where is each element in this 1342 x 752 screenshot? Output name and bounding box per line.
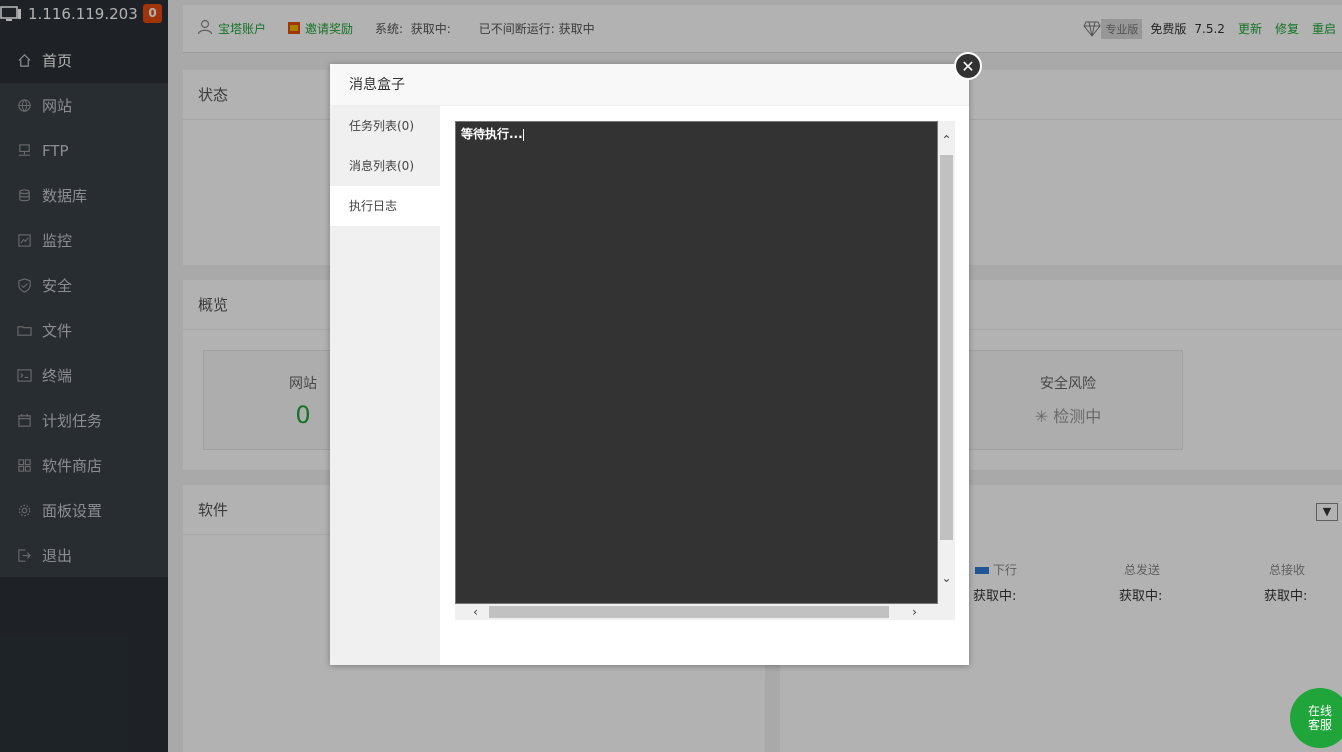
log-container: 等待执行... ⌃ ⌄ ‹ ›: [455, 121, 955, 620]
close-icon[interactable]: ✕: [954, 52, 982, 80]
message-box-dialog: 消息盒子 任务列表(0) 消息列表(0) 执行日志 等待执行... ⌃ ⌄ ‹ …: [330, 64, 969, 665]
vertical-scrollbar[interactable]: ⌃ ⌄: [938, 121, 955, 604]
dialog-tabs: 任务列表(0) 消息列表(0) 执行日志: [330, 106, 440, 665]
service-line2: 客服: [1307, 718, 1332, 732]
log-text: 等待执行...: [461, 127, 523, 141]
scroll-up-icon[interactable]: ⌃: [938, 133, 955, 150]
tab-message-list[interactable]: 消息列表(0): [330, 146, 440, 186]
vertical-scroll-thumb[interactable]: [940, 155, 953, 540]
scroll-down-icon[interactable]: ⌄: [938, 571, 955, 588]
service-line1: 在线: [1307, 704, 1332, 718]
online-service-button[interactable]: 在线 客服: [1290, 688, 1342, 748]
horizontal-scrollbar[interactable]: ‹ ›: [455, 604, 938, 620]
log-textarea[interactable]: 等待执行...: [455, 121, 938, 604]
text-cursor: [522, 128, 524, 141]
dialog-title: 消息盒子: [330, 64, 969, 106]
tab-task-list[interactable]: 任务列表(0): [330, 106, 440, 146]
horizontal-scroll-thumb[interactable]: [489, 606, 889, 618]
scroll-right-icon[interactable]: ›: [906, 604, 923, 620]
tab-execution-log[interactable]: 执行日志: [330, 186, 440, 226]
scroll-left-icon[interactable]: ‹: [467, 604, 484, 620]
